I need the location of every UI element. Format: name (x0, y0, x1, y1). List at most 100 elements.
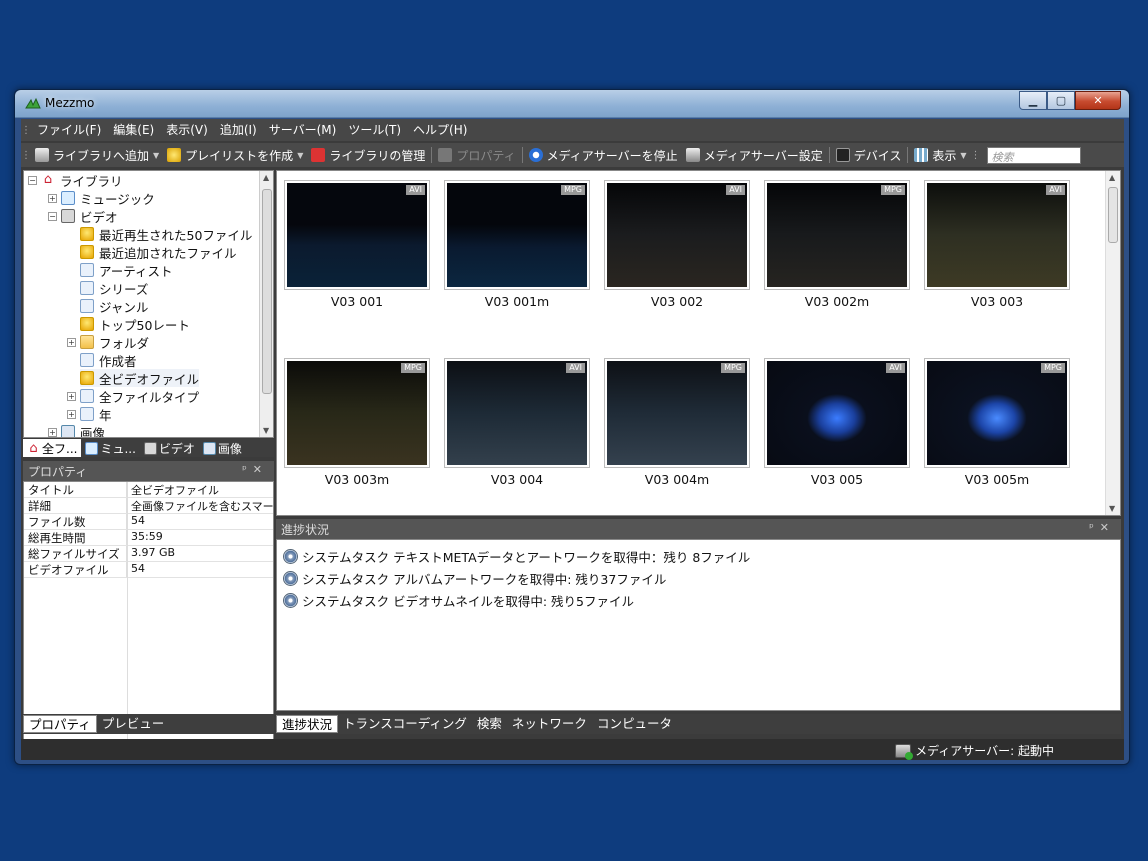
tab-image[interactable]: 画像 (199, 439, 246, 457)
tree-item-top50[interactable]: トップ50レート (80, 315, 190, 333)
smart-playlist-icon (80, 227, 94, 241)
grip-icon: ⋮ (970, 149, 981, 161)
tree-item-all-video[interactable]: 全ビデオファイル (80, 369, 200, 387)
expand-icon[interactable]: + (67, 391, 76, 401)
close-button[interactable]: ✕ (1075, 91, 1121, 110)
tree-item-artist[interactable]: アーティスト (80, 261, 173, 279)
gear-icon (283, 548, 298, 564)
expand-icon[interactable]: + (67, 409, 76, 419)
media-thumbnail[interactable]: AVI V03 004 (444, 358, 590, 488)
tab-all[interactable]: ⌂ 全フ... (23, 439, 82, 457)
media-thumbnail[interactable]: MPG V03 005m (924, 358, 1070, 488)
property-row: ビデオファイル 54 (24, 562, 273, 578)
menu-view[interactable]: 表示(V) (160, 119, 214, 141)
grid-scrollbar[interactable]: ▲ ▼ (1105, 171, 1120, 515)
tree-item-library[interactable]: − ⌂ ライブラリ (28, 171, 123, 189)
chevron-down-icon[interactable]: ▼ (297, 151, 303, 160)
thumbnail-label: V03 003m (324, 472, 390, 487)
server-settings-button[interactable]: メディアサーバー設定 (682, 144, 827, 166)
create-playlist-button[interactable]: プレイリストを作成 ▼ (163, 144, 307, 166)
tab-transcoding[interactable]: トランスコーディング (338, 715, 472, 733)
pin-icon[interactable]: ᵖ (1089, 521, 1100, 534)
property-row: 総再生時間 35:59 (24, 530, 273, 546)
tree-item-image[interactable]: + 画像 (48, 423, 105, 437)
tab-video[interactable]: ビデオ (140, 439, 199, 457)
menu-server[interactable]: サーバー(M) (263, 119, 343, 141)
properties-button[interactable]: プロパティ (434, 144, 519, 166)
media-thumbnail[interactable]: AVI V03 002 (604, 180, 750, 310)
collapse-icon[interactable]: − (48, 211, 57, 221)
media-thumbnail[interactable]: MPG V03 002m (764, 180, 910, 310)
expand-icon[interactable]: + (48, 193, 57, 203)
tree-item-folder[interactable]: + フォルダ (67, 333, 149, 351)
tree-item-video[interactable]: − ビデオ (48, 207, 118, 225)
expand-icon[interactable]: + (67, 337, 76, 347)
tree-item-recent-played[interactable]: 最近再生された50ファイル (80, 225, 252, 243)
thumbnail-label: V03 002m (804, 294, 870, 309)
close-icon[interactable]: ✕ (1100, 521, 1115, 534)
scrollbar-thumb[interactable] (262, 189, 272, 394)
maximize-button[interactable]: ▢ (1047, 91, 1075, 110)
menu-edit[interactable]: 編集(E) (107, 119, 160, 141)
tree-item-genre[interactable]: ジャンル (80, 297, 148, 315)
media-thumbnail[interactable]: MPG V03 003m (284, 358, 430, 488)
video-thumbnail-image: AVI (287, 183, 427, 287)
scroll-down-icon[interactable]: ▼ (1109, 504, 1115, 513)
tree-item-recent-added[interactable]: 最近追加されたファイル (80, 243, 237, 261)
search-input[interactable]: 検索 (986, 146, 1081, 164)
stop-server-button[interactable]: メディアサーバーを停止 (525, 144, 682, 166)
close-icon[interactable]: ✕ (253, 463, 268, 476)
tab-progress[interactable]: 進捗状況 (276, 715, 339, 733)
view-button[interactable]: 表示 ▼ (910, 144, 970, 166)
menu-help[interactable]: ヘルプ(H) (407, 119, 473, 141)
add-library-button[interactable]: ライブラリへ追加 ▼ (31, 144, 163, 166)
media-thumbnail[interactable]: MPG V03 001m (444, 180, 590, 310)
tree-item-music[interactable]: + ミュージック (48, 189, 155, 207)
tab-network[interactable]: ネットワーク (507, 715, 592, 733)
grip-icon: ⋮ (21, 124, 31, 136)
tab-properties[interactable]: プロパティ (23, 715, 97, 733)
format-badge: AVI (886, 363, 905, 373)
tree-item-year[interactable]: + 年 (67, 405, 112, 423)
pin-icon[interactable]: ᵖ (242, 463, 253, 476)
devices-button[interactable]: デバイス (832, 144, 906, 166)
scroll-down-icon[interactable]: ▼ (263, 426, 269, 435)
tree-scrollbar[interactable]: ▲ ▼ (259, 171, 273, 437)
media-thumbnail[interactable]: AVI V03 001 (284, 180, 430, 310)
media-thumbnail[interactable]: AVI V03 003 (924, 180, 1070, 310)
chevron-down-icon[interactable]: ▼ (960, 151, 966, 160)
scroll-up-icon[interactable]: ▲ (1109, 173, 1115, 182)
menu-file[interactable]: ファイル(F) (31, 119, 107, 141)
expand-icon[interactable]: + (48, 427, 57, 437)
thumbnail-label: V03 001m (484, 294, 550, 309)
property-row: ファイル数 54 (24, 514, 273, 530)
film-icon (61, 209, 75, 223)
tree-item-series[interactable]: シリーズ (80, 279, 148, 297)
task-item: システムタスク テキストMETAデータとアートワークを取得中：残り 8ファイル (277, 545, 1120, 567)
category-icon (80, 389, 94, 403)
format-badge: AVI (1046, 185, 1065, 195)
tab-computer[interactable]: コンピュータ (592, 715, 677, 733)
scrollbar-thumb[interactable] (1108, 187, 1118, 243)
chevron-down-icon[interactable]: ▼ (153, 151, 159, 160)
video-thumbnail-image: MPG (927, 361, 1067, 465)
scroll-up-icon[interactable]: ▲ (263, 173, 269, 182)
collapse-icon[interactable]: − (28, 175, 37, 185)
tab-music[interactable]: ミュ... (81, 439, 139, 457)
stop-icon (528, 148, 543, 162)
thumbnail-label: V03 005m (964, 472, 1030, 487)
gear-icon (283, 592, 298, 608)
minimize-button[interactable]: ▁ (1019, 91, 1047, 110)
menu-add[interactable]: 追加(I) (214, 119, 263, 141)
tree-item-creator[interactable]: 作成者 (80, 351, 137, 369)
tree-item-all-filetypes[interactable]: + 全ファイルタイプ (67, 387, 199, 405)
tab-search[interactable]: 検索 (472, 715, 507, 733)
media-thumbnail[interactable]: AVI V03 005 (764, 358, 910, 488)
manage-library-button[interactable]: ライブラリの管理 (307, 144, 429, 166)
video-thumbnail-image: MPG (287, 361, 427, 465)
menu-tools[interactable]: ツール(T) (342, 119, 407, 141)
title-bar[interactable]: Mezzmo ▁ ▢ ✕ (15, 90, 1129, 118)
tab-preview[interactable]: プレビュー (97, 715, 170, 733)
media-thumbnail[interactable]: MPG V03 004m (604, 358, 750, 488)
format-badge: AVI (566, 363, 585, 373)
